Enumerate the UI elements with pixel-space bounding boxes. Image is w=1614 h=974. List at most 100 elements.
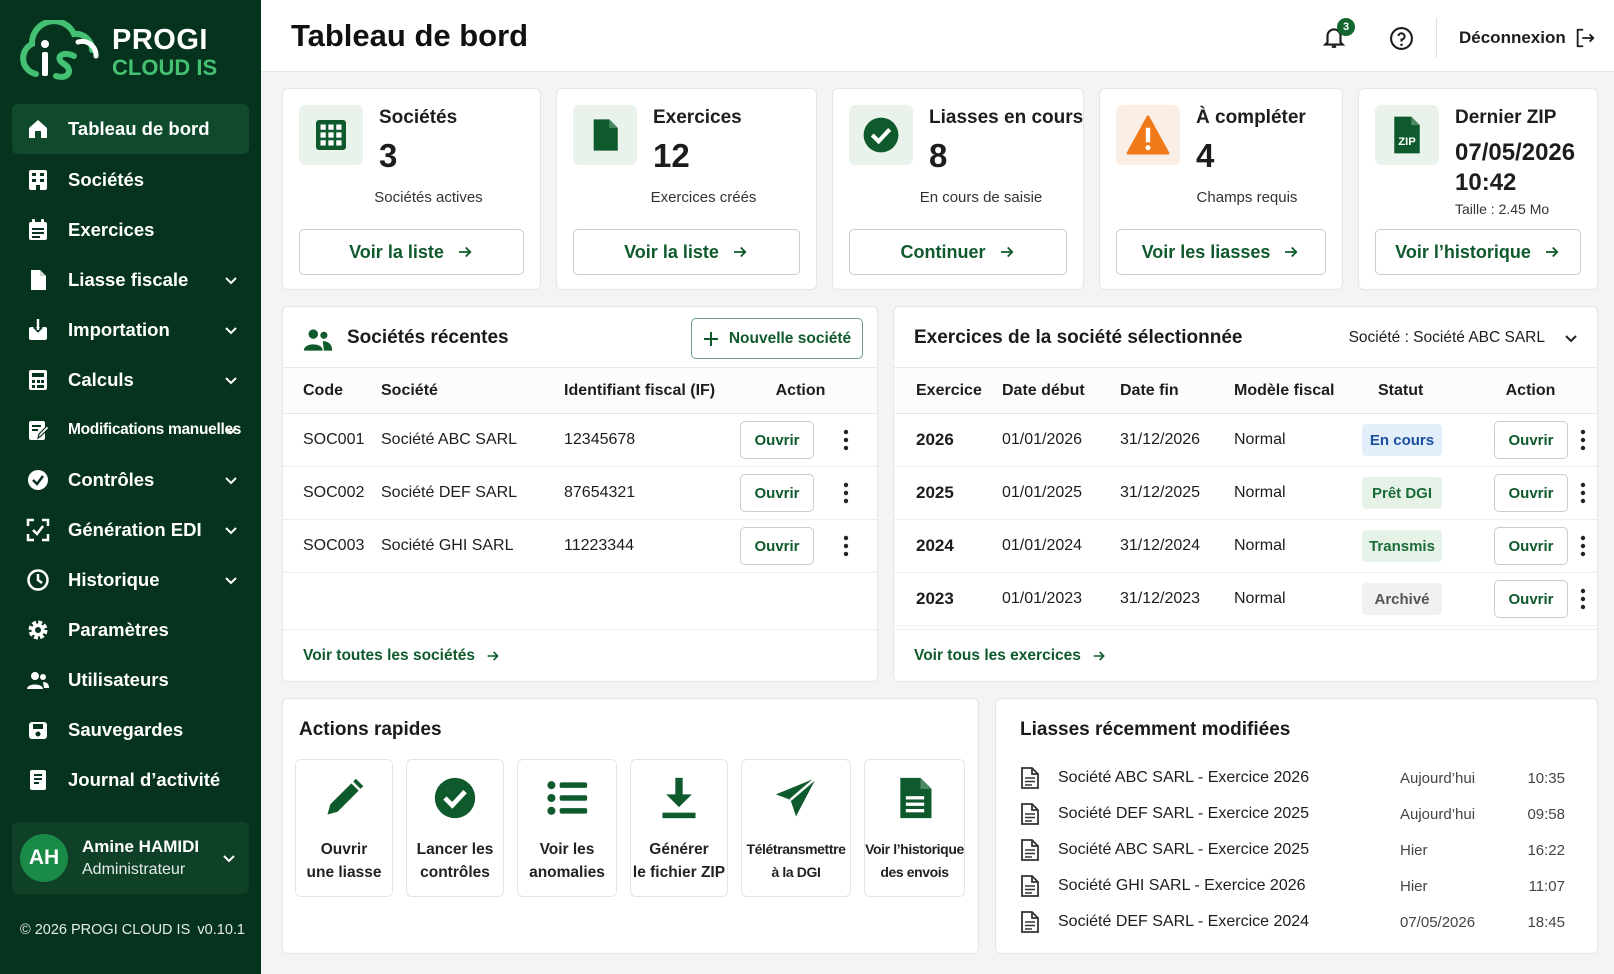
liasse-time: 16:22 [1527, 841, 1565, 859]
users-icon [27, 671, 49, 689]
liasse-date: Hier [1400, 841, 1428, 859]
stat-title: Sociétés [379, 107, 458, 128]
column-header: Société [381, 367, 564, 414]
quick-action-voir-anomalies[interactable]: Voir les anomalies [517, 759, 617, 897]
stat-title: Dernier ZIP [1455, 107, 1557, 128]
warning-icon [1126, 115, 1170, 155]
nav-item-modifications-manuelles[interactable]: Modifications manuelles [12, 405, 249, 454]
column-header: Identifiant fiscal (IF) [564, 367, 724, 414]
calculator-icon [29, 369, 47, 390]
nav-item-journal[interactable]: Journal d’activité [12, 755, 249, 804]
nav-item-societes[interactable]: Sociétés [12, 155, 249, 204]
nav-item-generation-edi[interactable]: Génération EDI [12, 505, 249, 554]
logout-button[interactable]: Déconnexion [1459, 27, 1596, 49]
chevron-down-icon [225, 277, 237, 285]
more-vertical-icon[interactable] [843, 535, 849, 557]
nav-item-historique[interactable]: Historique [12, 555, 249, 604]
quick-label-line2: le fichier ZIP [632, 864, 726, 881]
list-item[interactable]: Société ABC SARL - Exercice 2025 Hier 16:2… [1020, 833, 1565, 867]
stat-card-liasses-en-cours: Liasses en cours 8 En cours de saisie Co… [832, 88, 1084, 290]
all-exercises-link[interactable]: Voir tous les exercices [914, 647, 1107, 665]
help-icon[interactable] [1389, 26, 1414, 51]
arrow-right-icon [1000, 246, 1014, 258]
nav-label: Utilisateurs [68, 668, 169, 690]
voir-liste-societes-button[interactable]: Voir la liste [299, 229, 524, 275]
more-vertical-icon[interactable] [1580, 429, 1586, 451]
quick-action-generer-zip[interactable]: Générer le fichier ZIP [630, 759, 728, 897]
nav-item-controles[interactable]: Contrôles [12, 455, 249, 504]
nav-item-exercices[interactable]: Exercices [12, 205, 249, 254]
stat-icon-box [299, 105, 363, 165]
svg-text:ZIP: ZIP [1398, 136, 1416, 148]
liasse-date: Hier [1400, 877, 1428, 895]
logo[interactable]: PROGI CLOUD IS [18, 18, 228, 86]
list-item[interactable]: Société ABC SARL - Exercice 2026 Aujourd’… [1020, 761, 1565, 795]
stat-value-date: 07/05/2026 [1455, 139, 1576, 166]
more-vertical-icon[interactable] [843, 429, 849, 451]
cell-if: 12345678 [564, 413, 724, 467]
save-icon [29, 721, 47, 739]
open-button[interactable]: Ouvrir [1494, 421, 1568, 459]
column-header: Date fin [1120, 367, 1234, 414]
list-item[interactable]: Société DEF SARL - Exercice 2025 Aujourd’… [1020, 797, 1565, 831]
quick-action-ouvrir-liasse[interactable]: Ouvrir une liasse [295, 759, 393, 897]
nav-item-parametres[interactable]: Paramètres [12, 605, 249, 654]
open-button[interactable]: Ouvrir [1494, 580, 1568, 618]
voir-historique-button[interactable]: Voir l’historique [1375, 229, 1581, 275]
quick-label-line2: anomalies [529, 864, 605, 881]
stat-title: À compléter [1196, 107, 1306, 128]
nav-item-utilisateurs[interactable]: Utilisateurs [12, 655, 249, 704]
users-icon [303, 329, 333, 351]
check-circle-icon [863, 117, 899, 153]
nav-item-liasse-fiscale[interactable]: Liasse fiscale [12, 255, 249, 304]
open-button[interactable]: Ouvrir [1494, 474, 1568, 512]
quick-label-line1: Voir l’historique [865, 841, 964, 857]
journal-icon [30, 769, 46, 790]
company-selector[interactable]: Société : Société ABC SARL [1349, 329, 1579, 347]
user-menu[interactable]: AH Amine HAMIDI Administrateur [12, 822, 249, 894]
voir-liste-exercices-button[interactable]: Voir la liste [573, 229, 800, 275]
table-header: Exercice Date début Date fin Modèle fisc… [894, 367, 1597, 414]
quick-action-lancer-controles[interactable]: Lancer les contrôles [406, 759, 504, 897]
more-vertical-icon[interactable] [843, 482, 849, 504]
button-label: Voir la liste [624, 241, 719, 262]
new-company-button[interactable]: Nouvelle société [691, 318, 863, 359]
divider [283, 629, 877, 630]
topbar: Tableau de bord 3 Déconnexion [261, 0, 1614, 72]
all-companies-link[interactable]: Voir toutes les sociétés [303, 647, 501, 665]
nav-item-tableau-de-bord[interactable]: Tableau de bord [12, 104, 249, 154]
nav-item-sauvegardes[interactable]: Sauvegardes [12, 705, 249, 754]
voir-liasses-button[interactable]: Voir les liasses [1116, 229, 1326, 275]
quick-label-line1: Lancer les [416, 841, 494, 858]
quick-label-line1: Télétransmettre [746, 841, 846, 857]
more-vertical-icon[interactable] [1580, 482, 1586, 504]
open-button[interactable]: Ouvrir [740, 421, 814, 459]
section-title: Liasses récemment modifiées [1020, 719, 1291, 740]
open-button[interactable]: Ouvrir [1494, 527, 1568, 565]
open-button[interactable]: Ouvrir [740, 474, 814, 512]
sidebar-nav: Tableau de bord Sociétés Exercices Liass… [12, 104, 249, 805]
cell-date-debut: 01/01/2023 [1002, 572, 1120, 626]
cell-exercice: 2026 [894, 413, 1002, 467]
divider [1436, 18, 1437, 58]
zip-file-icon: ZIP [1394, 116, 1420, 154]
stat-card-dernier-zip: ZIP Dernier ZIP 07/05/2026 10:42 Taille … [1358, 88, 1598, 290]
list-item[interactable]: Société GHI SARL - Exercice 2026 Hier 11:0… [1020, 869, 1565, 903]
pencil-icon [327, 778, 364, 815]
file-text-icon [1021, 911, 1039, 933]
nav-item-calculs[interactable]: Calculs [12, 355, 249, 404]
stat-subtitle: Exercices créés [650, 189, 757, 206]
more-vertical-icon[interactable] [1580, 535, 1586, 557]
quick-action-historique-envois[interactable]: Voir l’historique des envois [864, 759, 965, 897]
open-button[interactable]: Ouvrir [740, 527, 814, 565]
status-badge: Archivé [1362, 583, 1442, 615]
logout-label: Déconnexion [1459, 28, 1566, 47]
more-vertical-icon[interactable] [1580, 588, 1586, 610]
continuer-button[interactable]: Continuer [849, 229, 1067, 275]
list-item[interactable]: Société DEF SARL - Exercice 2024 07/05/20… [1020, 905, 1565, 939]
quick-action-teletransmettre[interactable]: Télétransmettre à la DGI [741, 759, 851, 897]
cell-exercice: 2025 [894, 466, 1002, 520]
nav-label: Sociétés [68, 168, 145, 190]
stat-subtitle: Champs requis [1196, 189, 1298, 206]
nav-item-importation[interactable]: Importation [12, 305, 249, 354]
